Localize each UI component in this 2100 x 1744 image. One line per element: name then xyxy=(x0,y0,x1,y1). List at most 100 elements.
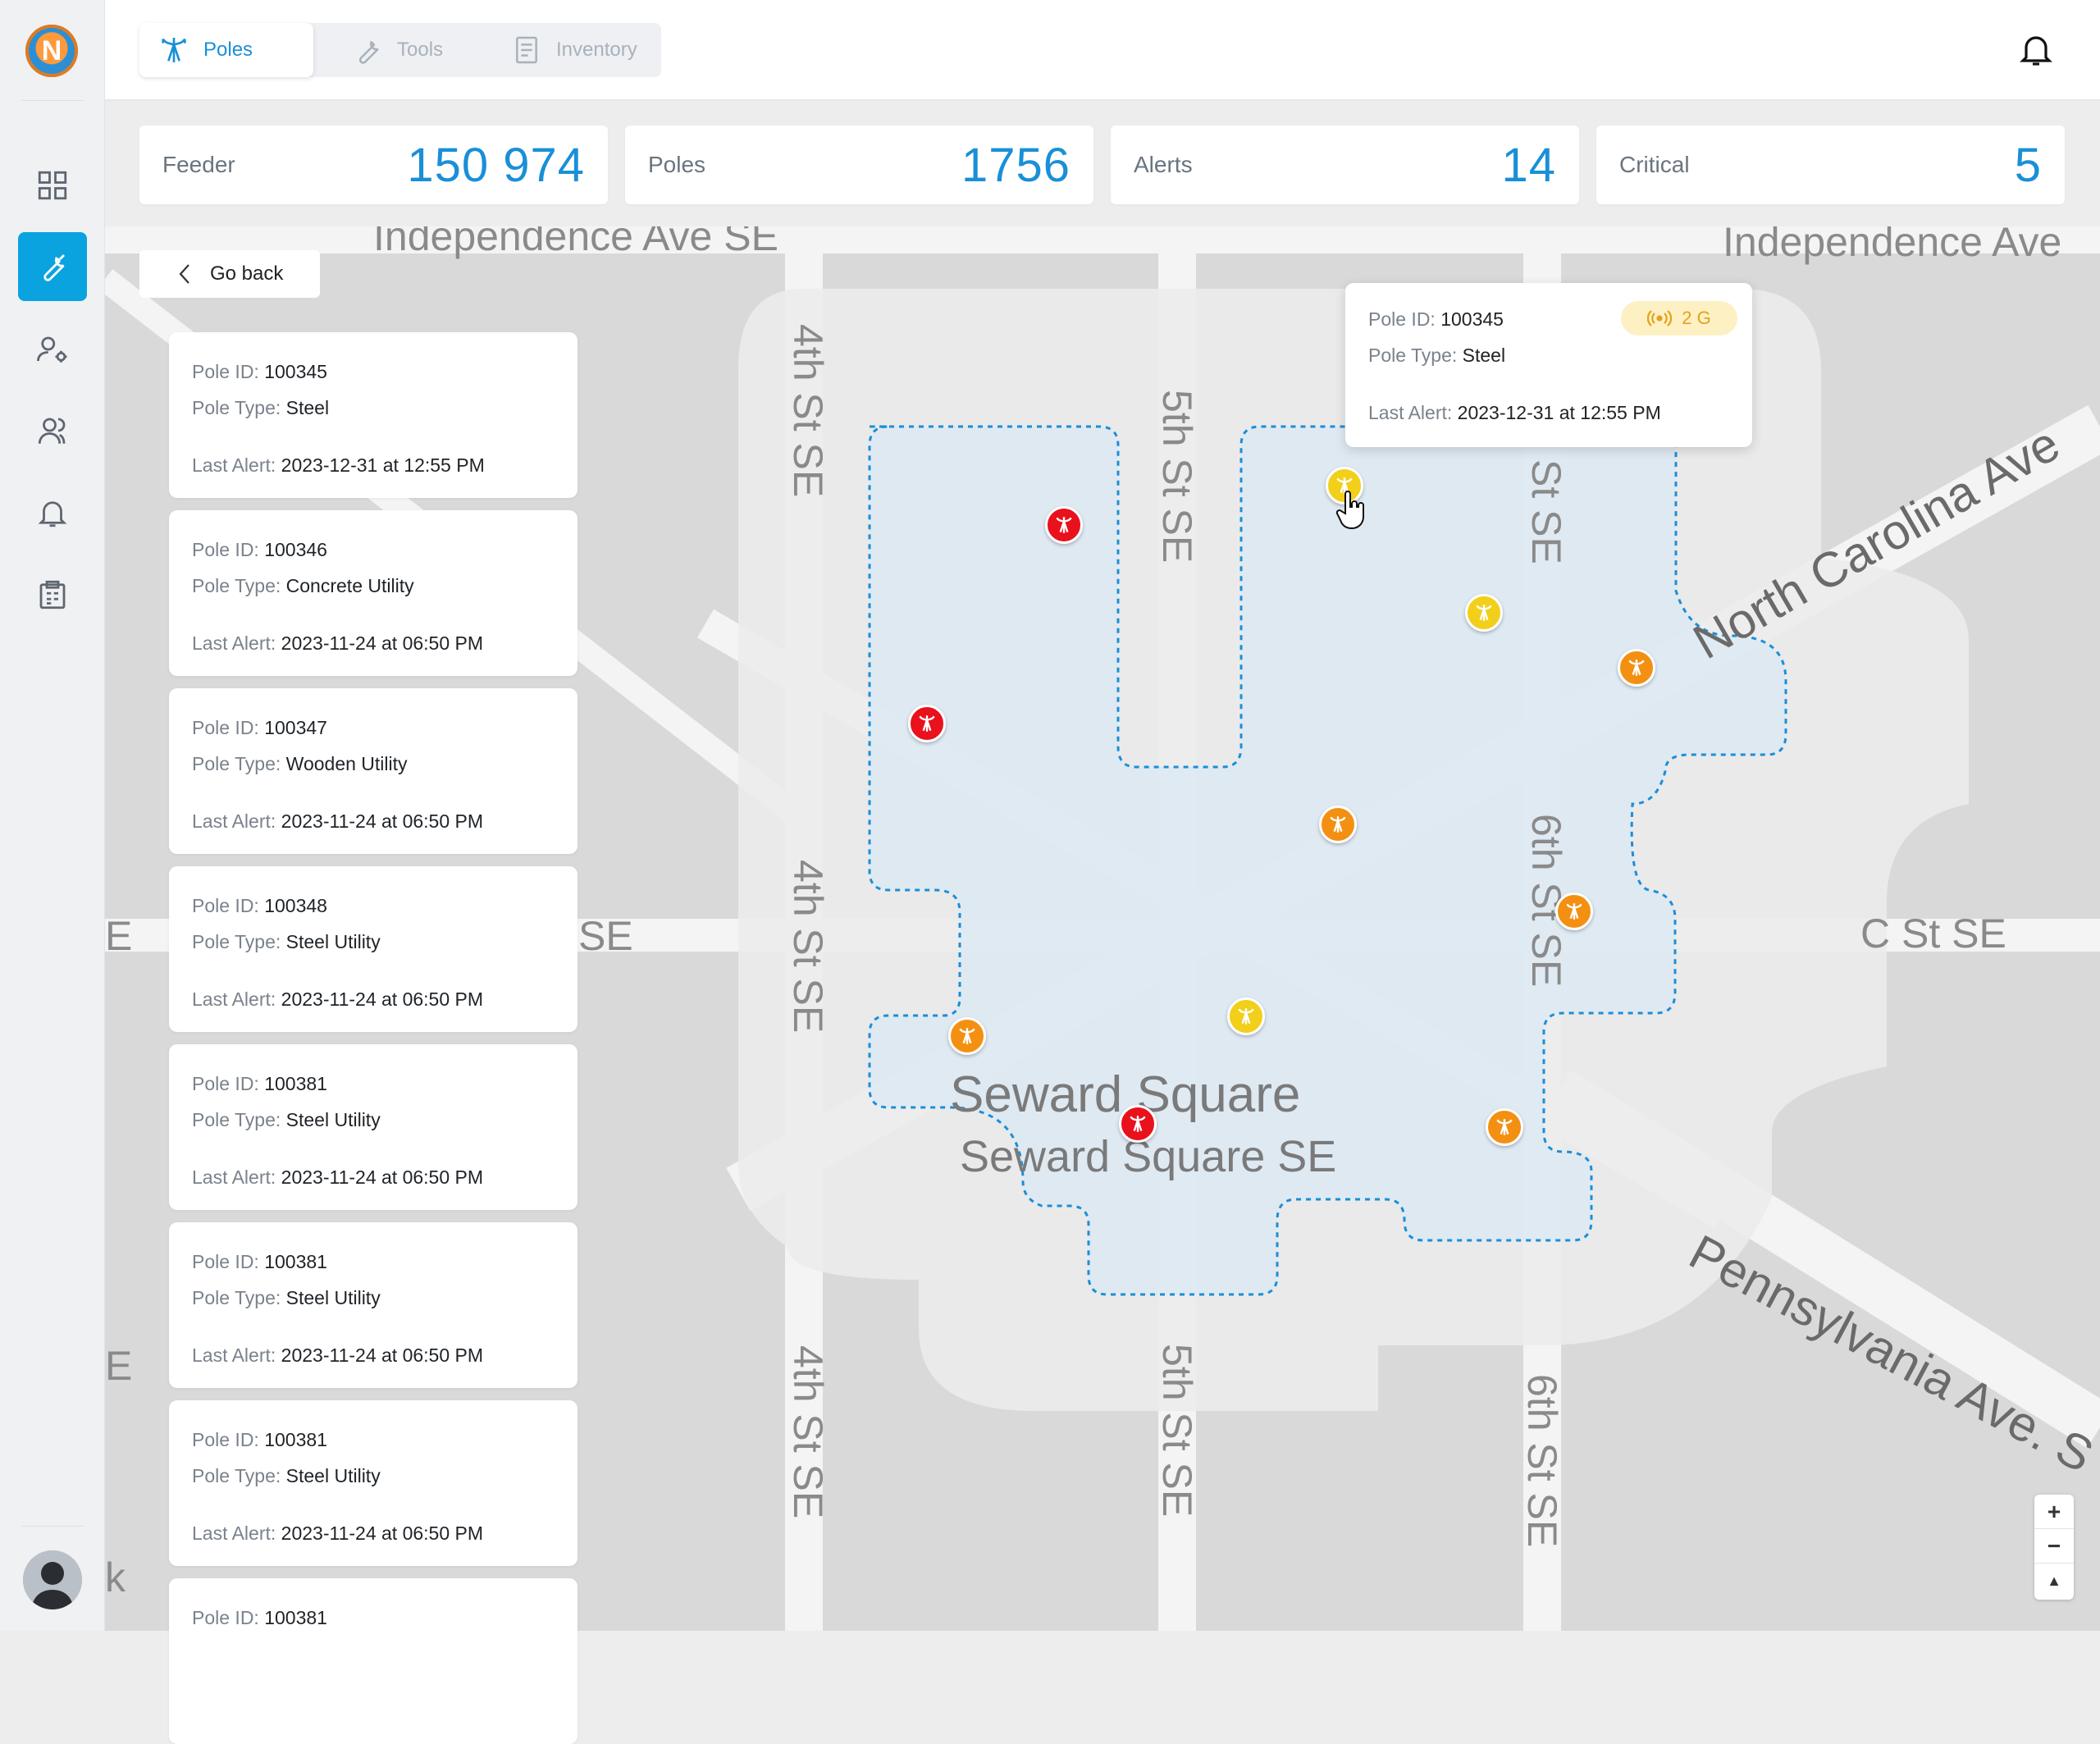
antenna-icon xyxy=(1628,660,1645,676)
pole-pin-critical[interactable] xyxy=(908,705,946,742)
pole-pin-alert[interactable] xyxy=(948,1017,986,1055)
field-label: Last Alert: xyxy=(1368,402,1453,423)
pole-type: Steel xyxy=(1462,345,1506,366)
pole-type: Steel Utility xyxy=(285,1109,381,1130)
chevron-left-icon xyxy=(179,264,189,284)
field-label: Pole Type: xyxy=(1368,345,1458,366)
go-back-button[interactable]: Go back xyxy=(139,250,320,298)
pole-card[interactable]: Pole ID: 100381 Pole Type: Steel Utility… xyxy=(169,1044,578,1210)
map-label-4th-st: 4th St SE xyxy=(785,1345,831,1518)
tab-inventory[interactable]: Inventory xyxy=(492,23,661,77)
pole-pin-alert[interactable] xyxy=(1618,649,1655,687)
field-label: Pole ID: xyxy=(1368,308,1436,330)
pole-pin-alert[interactable] xyxy=(1555,893,1593,930)
pole-id: 100381 xyxy=(264,1073,327,1094)
tab-tools[interactable]: Tools xyxy=(333,23,481,77)
pole-pin-alert[interactable] xyxy=(1319,806,1357,843)
clipboard-icon xyxy=(516,36,537,64)
pole-id: 100381 xyxy=(264,1251,327,1272)
pole-pin-alert[interactable] xyxy=(1486,1108,1523,1146)
map-label-c-st: C St SE xyxy=(1860,911,2006,956)
map-label-independence-right: Independence Ave xyxy=(1723,226,2061,265)
pole-type: Steel Utility xyxy=(285,931,381,952)
pole-type: Concrete Utility xyxy=(285,575,414,596)
nav-users[interactable] xyxy=(18,396,87,465)
bell-icon xyxy=(38,501,67,527)
antenna-icon xyxy=(1476,605,1492,621)
app-logo[interactable]: N xyxy=(25,25,78,77)
stat-value: 5 xyxy=(2014,138,2042,192)
pole-pin-critical[interactable] xyxy=(1045,506,1083,544)
sidebar: N xyxy=(0,0,105,1631)
hand-cursor-icon xyxy=(1335,491,1364,530)
pole-id: 100346 xyxy=(264,539,327,560)
pole-id: 100381 xyxy=(264,1607,327,1628)
map-label-edge: k xyxy=(105,1555,126,1600)
tab-group: Poles Tools Inventory xyxy=(139,23,661,77)
field-label: Pole ID: xyxy=(192,361,259,382)
stat-label: Alerts xyxy=(1134,152,1193,177)
pole-id: 100345 xyxy=(264,361,327,382)
field-label: Pole ID: xyxy=(192,539,259,560)
pole-pin-warning[interactable] xyxy=(1227,998,1265,1035)
stat-value: 150 974 xyxy=(407,138,585,192)
wrench-icon xyxy=(358,40,379,64)
stat-alerts: Alerts 14 xyxy=(1111,126,1579,204)
pole-card[interactable]: Pole ID: 100381 xyxy=(169,1578,578,1744)
pole-card[interactable]: Pole ID: 100345 Pole Type: Steel Last Al… xyxy=(169,332,578,498)
nav-tools[interactable] xyxy=(18,232,87,301)
field-label: Pole ID: xyxy=(192,895,259,916)
zoom-out-button[interactable]: − xyxy=(2034,1529,2074,1564)
nav-dashboard[interactable] xyxy=(18,151,87,220)
top-bar: Poles Tools Inventory xyxy=(105,0,2100,101)
stat-label: Feeder xyxy=(162,152,235,177)
avatar[interactable] xyxy=(23,1550,82,1609)
field-label: Last Alert: xyxy=(192,1345,276,1366)
field-label: Last Alert: xyxy=(192,810,276,832)
tab-label: Inventory xyxy=(556,39,637,61)
antenna-icon xyxy=(1238,1008,1254,1025)
pole-card[interactable]: Pole ID: 100381 Pole Type: Steel Utility… xyxy=(169,1222,578,1388)
last-alert: 2023-11-24 at 06:50 PM xyxy=(281,810,484,832)
field-label: Last Alert: xyxy=(192,1166,276,1188)
pole-id: 100348 xyxy=(264,895,327,916)
pole-card[interactable]: Pole ID: 100348 Pole Type: Steel Utility… xyxy=(169,866,578,1032)
stat-critical: Critical 5 xyxy=(1596,126,2065,204)
go-back-label: Go back xyxy=(210,263,284,285)
antenna-icon xyxy=(1130,1116,1146,1132)
field-label: Last Alert: xyxy=(192,1523,276,1544)
antenna-icon xyxy=(1056,517,1072,533)
tab-poles[interactable]: Poles xyxy=(139,23,313,77)
last-alert: 2023-12-31 at 12:55 PM xyxy=(281,454,485,476)
signal-icon xyxy=(1647,310,1673,326)
pole-type: Steel Utility xyxy=(285,1465,381,1486)
logo-letter-icon: N xyxy=(41,35,62,66)
pole-pin-critical[interactable] xyxy=(1119,1105,1157,1143)
field-label: Pole ID: xyxy=(192,1073,259,1094)
field-label: Pole Type: xyxy=(192,1287,281,1308)
map-label-5th-st: 5th St SE xyxy=(1154,390,1200,563)
zoom-in-button[interactable]: + xyxy=(2034,1495,2074,1529)
nav-reports[interactable] xyxy=(18,560,87,629)
last-alert: 2023-12-31 at 12:55 PM xyxy=(1457,402,1661,423)
wrench-icon xyxy=(43,254,65,281)
pole-card[interactable]: Pole ID: 100347 Pole Type: Wooden Utilit… xyxy=(169,688,578,854)
nav-notifications[interactable] xyxy=(18,478,87,547)
map-label-se: SE xyxy=(578,913,633,959)
nav-user-settings[interactable] xyxy=(18,315,87,384)
pole-pin-warning[interactable] xyxy=(1465,594,1503,632)
signal-label: 2 G xyxy=(1682,308,1711,328)
pole-type: Steel xyxy=(285,397,330,418)
divider xyxy=(21,1526,84,1527)
pole-id: 100347 xyxy=(264,717,327,738)
pole-card[interactable]: Pole ID: 100381 Pole Type: Steel Utility… xyxy=(169,1400,578,1566)
users-icon xyxy=(38,418,66,444)
compass-reset-button[interactable]: ▲ xyxy=(2034,1564,2074,1598)
map-label-4th-st: 4th St SE xyxy=(785,860,831,1033)
antenna-icon xyxy=(959,1028,975,1044)
pole-card[interactable]: Pole ID: 100346 Pole Type: Concrete Util… xyxy=(169,510,578,676)
field-label: Pole Type: xyxy=(192,753,281,774)
field-label: Last Alert: xyxy=(192,632,276,654)
last-alert: 2023-11-24 at 06:50 PM xyxy=(281,1166,484,1188)
notification-bell-icon[interactable] xyxy=(2016,30,2056,69)
